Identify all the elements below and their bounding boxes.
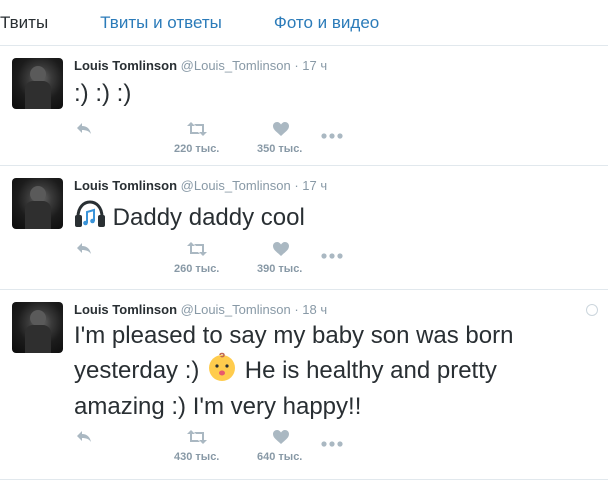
like-count: 350 тыс. bbox=[257, 143, 303, 155]
retweet-count: 220 тыс. bbox=[174, 143, 220, 155]
heart-icon[interactable] bbox=[273, 430, 289, 449]
tweet[interactable]: Louis Tomlinson @Louis_Tomlinson · 17 ч … bbox=[0, 46, 608, 166]
author-handle[interactable]: @Louis_Tomlinson bbox=[181, 178, 291, 193]
tweet-text-row: Daddy daddy cool bbox=[74, 199, 594, 238]
tab-photos-and-videos[interactable]: Фото и видео bbox=[274, 13, 379, 33]
more-icon[interactable] bbox=[321, 434, 343, 452]
separator: · bbox=[294, 302, 299, 317]
tweet-header: Louis Tomlinson @Louis_Tomlinson · 17 ч bbox=[74, 58, 327, 73]
author-name[interactable]: Louis Tomlinson bbox=[74, 178, 177, 193]
avatar[interactable] bbox=[12, 58, 63, 109]
reply-icon[interactable] bbox=[76, 430, 92, 449]
separator: · bbox=[294, 58, 299, 73]
reply-icon[interactable] bbox=[76, 122, 92, 141]
author-name[interactable]: Louis Tomlinson bbox=[74, 58, 177, 73]
author-handle[interactable]: @Louis_Tomlinson bbox=[181, 302, 291, 317]
separator: · bbox=[294, 178, 299, 193]
headphones-emoji bbox=[74, 199, 106, 238]
baby-emoji bbox=[206, 352, 238, 391]
tweet-header: Louis Tomlinson @Louis_Tomlinson · 18 ч bbox=[74, 302, 327, 317]
tweet-time[interactable]: 17 ч bbox=[302, 178, 327, 193]
like-count: 390 тыс. bbox=[257, 263, 303, 275]
heart-icon[interactable] bbox=[273, 122, 289, 141]
tab-tweets[interactable]: Твиты bbox=[0, 13, 48, 33]
retweet-icon[interactable] bbox=[187, 430, 207, 449]
tweet[interactable]: Louis Tomlinson @Louis_Tomlinson · 18 ч … bbox=[0, 290, 608, 480]
tweet-time[interactable]: 17 ч bbox=[302, 58, 327, 73]
retweet-icon[interactable] bbox=[187, 122, 207, 141]
like-count: 640 тыс. bbox=[257, 451, 303, 463]
tweet-text: :) :) :) bbox=[74, 80, 132, 107]
retweet-count: 430 тыс. bbox=[174, 451, 220, 463]
globe-icon bbox=[586, 304, 598, 316]
tweet-actions: 260 тыс. 390 тыс. bbox=[74, 242, 374, 282]
author-handle[interactable]: @Louis_Tomlinson bbox=[181, 58, 291, 73]
reply-icon[interactable] bbox=[76, 242, 92, 261]
tweet-text: Daddy daddy cool bbox=[112, 203, 305, 231]
tweet[interactable]: Louis Tomlinson @Louis_Tomlinson · 17 ч … bbox=[0, 166, 608, 290]
tweet-actions: 220 тыс. 350 тыс. bbox=[74, 122, 374, 162]
heart-icon[interactable] bbox=[273, 242, 289, 261]
tweet-text-block: I'm pleased to say my baby son was born … bbox=[74, 320, 589, 423]
retweet-count: 260 тыс. bbox=[174, 263, 220, 275]
tab-tweets-and-replies[interactable]: Твиты и ответы bbox=[100, 13, 222, 33]
tweet-header: Louis Tomlinson @Louis_Tomlinson · 17 ч bbox=[74, 178, 327, 193]
more-icon[interactable] bbox=[321, 126, 343, 144]
tweet-actions: 430 тыс. 640 тыс. bbox=[74, 430, 374, 470]
avatar[interactable] bbox=[12, 302, 63, 353]
avatar[interactable] bbox=[12, 178, 63, 229]
profile-tabs: Твиты Твиты и ответы Фото и видео bbox=[0, 0, 608, 46]
more-icon[interactable] bbox=[321, 246, 343, 264]
tweet-time[interactable]: 18 ч bbox=[302, 302, 327, 317]
retweet-icon[interactable] bbox=[187, 242, 207, 261]
author-name[interactable]: Louis Tomlinson bbox=[74, 302, 177, 317]
